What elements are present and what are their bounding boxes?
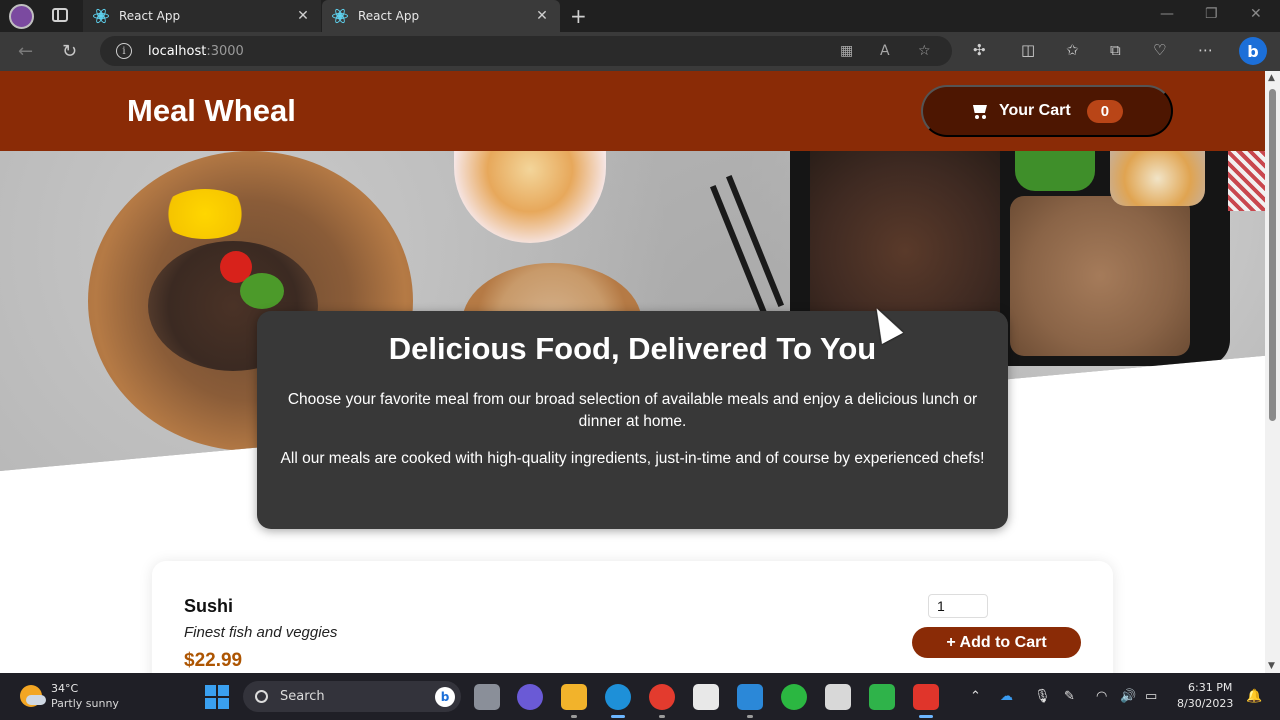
available-meals-card: Sushi Finest fish and veggies $22.99 + A… <box>152 561 1113 673</box>
meals-summary-card: Delicious Food, Delivered To You Choose … <box>257 311 1008 529</box>
meal-description: Finest fish and veggies <box>184 624 338 641</box>
tab-close-icon[interactable]: ✕ <box>295 8 311 24</box>
cart-button[interactable]: Your Cart 0 <box>921 85 1173 137</box>
read-aloud-icon[interactable]: A <box>880 43 890 59</box>
cart-label: Your Cart <box>998 102 1071 119</box>
summary-paragraph-1: Choose your favorite meal from our broad… <box>287 391 978 430</box>
more-menu-icon[interactable]: ⋯ <box>1198 41 1213 59</box>
task-view-icon[interactable] <box>474 684 500 710</box>
microsoft-store-icon[interactable] <box>693 684 719 710</box>
search-icon <box>255 690 268 703</box>
react-favicon-icon <box>332 7 348 25</box>
camtasia-red-icon[interactable] <box>913 684 939 710</box>
app-header: Meal Wheal Your Cart 0 <box>0 71 1265 151</box>
summary-paragraph-2: All our meals are cooked with high-quali… <box>280 450 985 467</box>
brand-title: Meal Wheal <box>127 93 296 128</box>
meal-price: $22.99 <box>184 650 243 671</box>
split-screen-icon[interactable]: ◫ <box>1021 41 1035 59</box>
profile-avatar[interactable] <box>9 4 34 29</box>
site-info-icon[interactable]: i <box>116 43 132 59</box>
file-explorer-icon[interactable] <box>561 684 587 710</box>
pen-icon[interactable]: ✎ <box>1064 689 1075 704</box>
bing-search-icon: b <box>435 687 455 707</box>
vscode-icon[interactable] <box>737 684 763 710</box>
scroll-thumb[interactable] <box>1269 89 1276 421</box>
clock-time[interactable]: 6:31 PM <box>1188 681 1232 694</box>
snipping-tool-icon[interactable] <box>825 684 851 710</box>
chrome-icon[interactable] <box>649 684 675 710</box>
teams-chat-icon[interactable] <box>517 684 543 710</box>
restore-icon[interactable]: ❐ <box>1205 6 1218 22</box>
favorite-star-icon[interactable]: ☆ <box>918 43 931 59</box>
windows-taskbar: 34°C Partly sunny Search b ⌃ ☁ 🎙 ✎ ◠ 🔊 ▭… <box>0 673 1280 720</box>
show-hidden-icons-icon[interactable]: ⌃ <box>970 689 981 704</box>
tab-actions-icon[interactable] <box>52 8 68 22</box>
battery-icon[interactable]: ▭ <box>1145 689 1157 704</box>
meal-name: Sushi <box>184 596 234 616</box>
whatsapp-icon[interactable] <box>781 684 807 710</box>
page-scrollbar[interactable]: ▲ ▼ <box>1265 71 1280 673</box>
weather-temperature: 34°C <box>51 682 79 695</box>
weather-icon[interactable] <box>20 685 46 707</box>
url-port: :3000 <box>206 43 244 59</box>
collections-icon[interactable]: ⧉ <box>1110 41 1121 59</box>
browser-tab-bar: React App ✕ React App ✕ + — ❐ ✕ <box>0 0 1280 32</box>
tab-close-icon[interactable]: ✕ <box>534 8 550 24</box>
cart-icon <box>971 103 989 119</box>
favorites-icon[interactable]: ✩ <box>1066 41 1079 59</box>
scroll-down-icon[interactable]: ▼ <box>1268 661 1275 671</box>
weather-description: Partly sunny <box>51 697 119 710</box>
microphone-icon[interactable]: 🎙 <box>1034 689 1051 704</box>
back-arrow-icon[interactable]: ← <box>18 41 33 62</box>
bing-copilot-icon[interactable]: b <box>1239 37 1267 65</box>
camtasia-green-icon[interactable] <box>869 684 895 710</box>
minimize-icon[interactable]: — <box>1160 6 1174 22</box>
tab-title: React App <box>358 9 420 23</box>
tab-react-app-1[interactable]: React App ✕ <box>83 0 321 32</box>
page-viewport: Meal Wheal Your Cart 0 Delicious Food, D… <box>0 71 1265 673</box>
windows-start-icon[interactable] <box>205 685 229 709</box>
edge-icon[interactable] <box>605 684 631 710</box>
app-available-icon[interactable]: ▦ <box>840 43 853 59</box>
url-host: localhost <box>148 43 207 59</box>
browser-essentials-icon[interactable]: ♡ <box>1153 41 1166 59</box>
search-label: Search <box>280 689 325 704</box>
onedrive-icon[interactable]: ☁ <box>1000 689 1013 704</box>
new-tab-button[interactable]: + <box>570 4 587 28</box>
cart-count-badge: 0 <box>1086 99 1124 123</box>
refresh-icon[interactable]: ↻ <box>62 41 77 62</box>
volume-icon[interactable]: 🔊 <box>1120 689 1136 704</box>
scroll-up-icon[interactable]: ▲ <box>1268 73 1275 83</box>
tab-title: React App <box>119 9 181 23</box>
wifi-icon[interactable]: ◠ <box>1096 689 1107 704</box>
clock-date[interactable]: 8/30/2023 <box>1177 697 1233 710</box>
tab-react-app-2[interactable]: React App ✕ <box>322 0 560 32</box>
address-bar[interactable]: i localhost:3000 ▦ A ☆ <box>100 36 952 66</box>
window-close-icon[interactable]: ✕ <box>1250 6 1262 22</box>
notifications-icon[interactable]: 🔔 <box>1246 689 1262 704</box>
address-toolbar: ← ↻ i localhost:3000 ▦ A ☆ <box>0 32 1280 71</box>
react-favicon-icon <box>93 7 109 25</box>
add-to-cart-button[interactable]: + Add to Cart <box>912 627 1081 658</box>
quantity-input[interactable] <box>928 594 988 618</box>
taskbar-search[interactable]: Search b <box>243 681 461 712</box>
extensions-icon[interactable]: ✣ <box>973 41 986 59</box>
